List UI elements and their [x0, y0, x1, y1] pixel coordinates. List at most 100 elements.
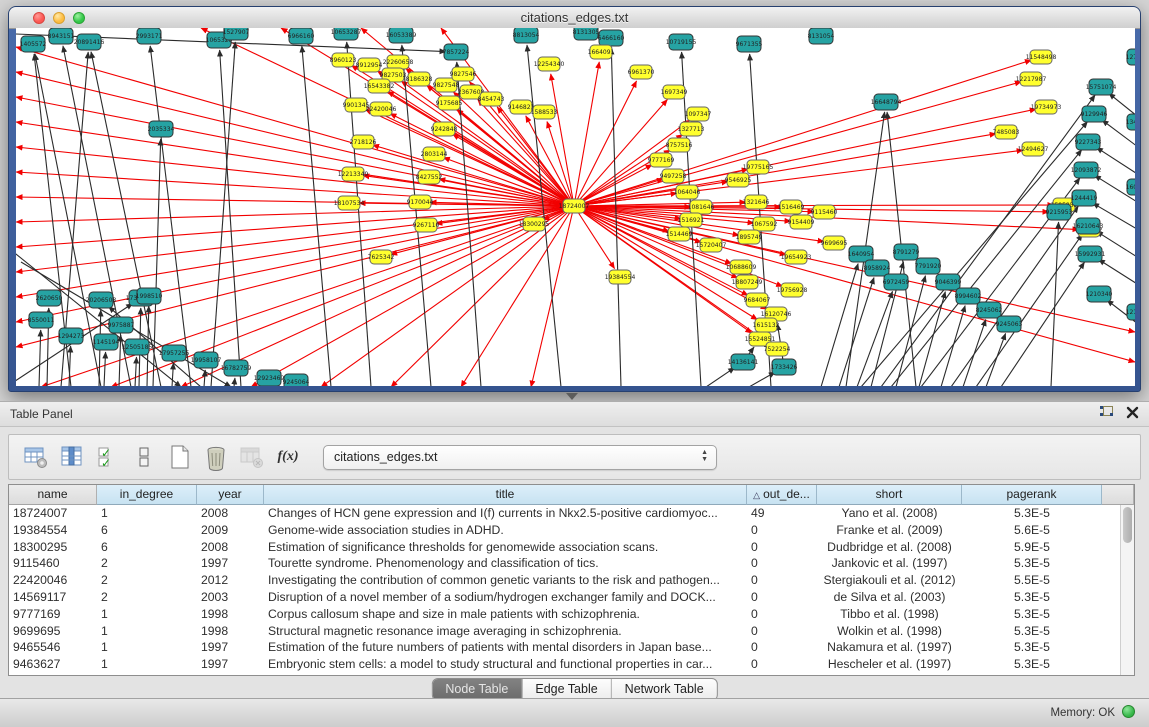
network-node[interactable]: 8186328	[406, 72, 433, 86]
network-node[interactable]: 1998510	[136, 288, 163, 304]
network-node[interactable]: 19756928	[777, 283, 808, 297]
network-node[interactable]: 22420046	[366, 102, 397, 116]
network-node[interactable]: 18300295	[519, 217, 550, 231]
network-node[interactable]: 9267110	[413, 218, 440, 232]
network-node[interactable]: 18107534	[334, 196, 365, 210]
network-node[interactable]: 8757516	[666, 138, 693, 152]
network-node[interactable]: 1514469	[666, 227, 693, 241]
table-row[interactable]: 1456911722003Disruption of a novel membe…	[9, 589, 1120, 606]
function-builder-icon[interactable]: f(x)	[273, 442, 303, 472]
column-header-year[interactable]: year	[197, 485, 264, 505]
network-node[interactable]: 8960123	[330, 53, 357, 67]
column-header-title[interactable]: title	[264, 485, 747, 505]
network-node[interactable]: 1664091	[588, 45, 615, 59]
network-node[interactable]: 9497258	[660, 169, 687, 183]
network-node[interactable]: 8912954	[356, 58, 383, 72]
network-node[interactable]: 7857224	[443, 44, 470, 60]
network-node[interactable]: 15992931	[1075, 246, 1106, 262]
table-row[interactable]: 1938455462009Genome-wide association stu…	[9, 522, 1120, 539]
float-panel-icon[interactable]	[1099, 405, 1114, 425]
table-source-dropdown[interactable]: citations_edges.txt ▲▼	[323, 445, 717, 470]
network-node[interactable]: 7522254	[764, 342, 791, 356]
table-row[interactable]: 911546021997Tourette syndrome. Phenomeno…	[9, 555, 1120, 572]
network-node[interactable]: 1895749	[736, 230, 763, 244]
table-row[interactable]: 2242004622012Investigating the contribut…	[9, 572, 1120, 589]
network-node[interactable]: 9975887	[108, 317, 135, 333]
network-node[interactable]: 1294273	[58, 328, 85, 344]
network-node[interactable]: 9115460	[811, 205, 838, 219]
table-row[interactable]: 1872400712008Changes of HCN gene express…	[9, 505, 1120, 522]
tab-edge-table[interactable]: Edge Table	[521, 679, 610, 700]
network-node[interactable]: 1273205	[1126, 49, 1135, 65]
network-node[interactable]: 9684067	[744, 293, 771, 307]
network-node[interactable]: 16543382	[364, 79, 395, 93]
network-node[interactable]: 19654923	[781, 250, 812, 264]
network-node[interactable]: 6972459	[883, 274, 910, 290]
table-settings-icon[interactable]	[21, 442, 51, 472]
network-node[interactable]: 9170044	[407, 195, 434, 209]
column-header-out_de[interactable]: △out_de...	[747, 485, 817, 505]
network-node[interactable]: 2620650	[36, 290, 63, 306]
network-node[interactable]: 9046399	[935, 274, 962, 290]
network-node[interactable]: 9154409	[788, 215, 815, 229]
new-document-icon[interactable]	[165, 442, 195, 472]
table-row[interactable]: 1830029562008Estimation of significance …	[9, 539, 1120, 556]
table-rows-icon[interactable]	[129, 442, 159, 472]
network-node[interactable]: 1244419	[1071, 190, 1098, 206]
network-node[interactable]: 12494627	[1018, 142, 1049, 156]
network-node[interactable]: 1527907	[223, 28, 250, 40]
network-canvas[interactable]: 1405572894315120891416299317110653281527…	[16, 28, 1135, 386]
network-node[interactable]: 1067592	[751, 217, 778, 231]
window-titlebar[interactable]: citations_edges.txt	[9, 7, 1140, 29]
network-node[interactable]: 1348105	[1126, 114, 1135, 130]
network-node[interactable]: 2803144	[421, 147, 448, 161]
column-header-pagerank[interactable]: pagerank	[962, 485, 1102, 505]
network-node[interactable]: 9827546	[450, 67, 477, 81]
network-node[interactable]: 8958924	[864, 260, 891, 276]
network-node[interactable]: 19958107	[191, 352, 222, 368]
network-node[interactable]: 1733426	[771, 359, 798, 375]
network-node[interactable]: 1145194	[93, 334, 120, 350]
network-node[interactable]: 1603332	[1126, 179, 1135, 195]
column-visibility-icon[interactable]	[57, 442, 87, 472]
network-node[interactable]: 9777169	[648, 153, 675, 167]
network-node[interactable]: 15751074	[1086, 79, 1117, 95]
network-node[interactable]: 1697349	[661, 85, 688, 99]
tab-node-table[interactable]: Node Table	[432, 679, 521, 700]
network-node[interactable]: 10653287	[331, 28, 362, 40]
table-row[interactable]: 977716911998Corpus callosum shape and si…	[9, 606, 1120, 623]
network-node[interactable]: 16648794	[871, 94, 902, 110]
network-node[interactable]: 2718126	[350, 135, 377, 149]
network-node[interactable]: 12213349	[338, 167, 369, 181]
network-node[interactable]: 1081646	[688, 200, 715, 214]
trash-icon[interactable]	[201, 442, 231, 472]
network-node[interactable]: 1405572	[20, 36, 47, 52]
vertical-scrollbar[interactable]	[1120, 505, 1134, 675]
network-node[interactable]: 1097347	[685, 107, 712, 121]
network-node[interactable]: 20891416	[74, 34, 105, 50]
network-node[interactable]: 8131054	[808, 28, 835, 44]
network-node[interactable]: 18807249	[732, 275, 763, 289]
network-node[interactable]: 16782759	[221, 360, 252, 376]
network-node[interactable]: 19775165	[743, 160, 774, 174]
network-node[interactable]: 1516469	[778, 200, 805, 214]
row-checklist-icon[interactable]: ✓✓	[93, 442, 123, 472]
network-node[interactable]: 18724007	[559, 199, 590, 213]
network-node[interactable]: 19384554	[605, 270, 636, 284]
network-node[interactable]: 7791920	[915, 258, 942, 274]
network-node[interactable]: 6961370	[628, 65, 655, 79]
network-node[interactable]: 1210340	[1086, 286, 1113, 302]
network-node[interactable]: 6466160	[598, 30, 625, 46]
network-node[interactable]: 1588533	[531, 105, 558, 119]
network-node[interactable]: 9245063	[996, 316, 1023, 332]
network-node[interactable]: 9546925	[725, 173, 752, 187]
network-node[interactable]: 8813054	[513, 28, 540, 43]
close-panel-icon[interactable]	[1126, 406, 1139, 424]
network-node[interactable]: 8791279	[893, 244, 920, 260]
network-node[interactable]: 1216634	[1126, 304, 1135, 320]
network-node[interactable]: 8550011	[28, 312, 55, 328]
network-node[interactable]: 2035334	[148, 121, 175, 137]
network-node[interactable]: 9227343	[1075, 134, 1102, 150]
network-view-window[interactable]: citations_edges.txt 14055728943151208914…	[8, 6, 1141, 392]
network-node[interactable]: 1321646	[743, 195, 770, 209]
